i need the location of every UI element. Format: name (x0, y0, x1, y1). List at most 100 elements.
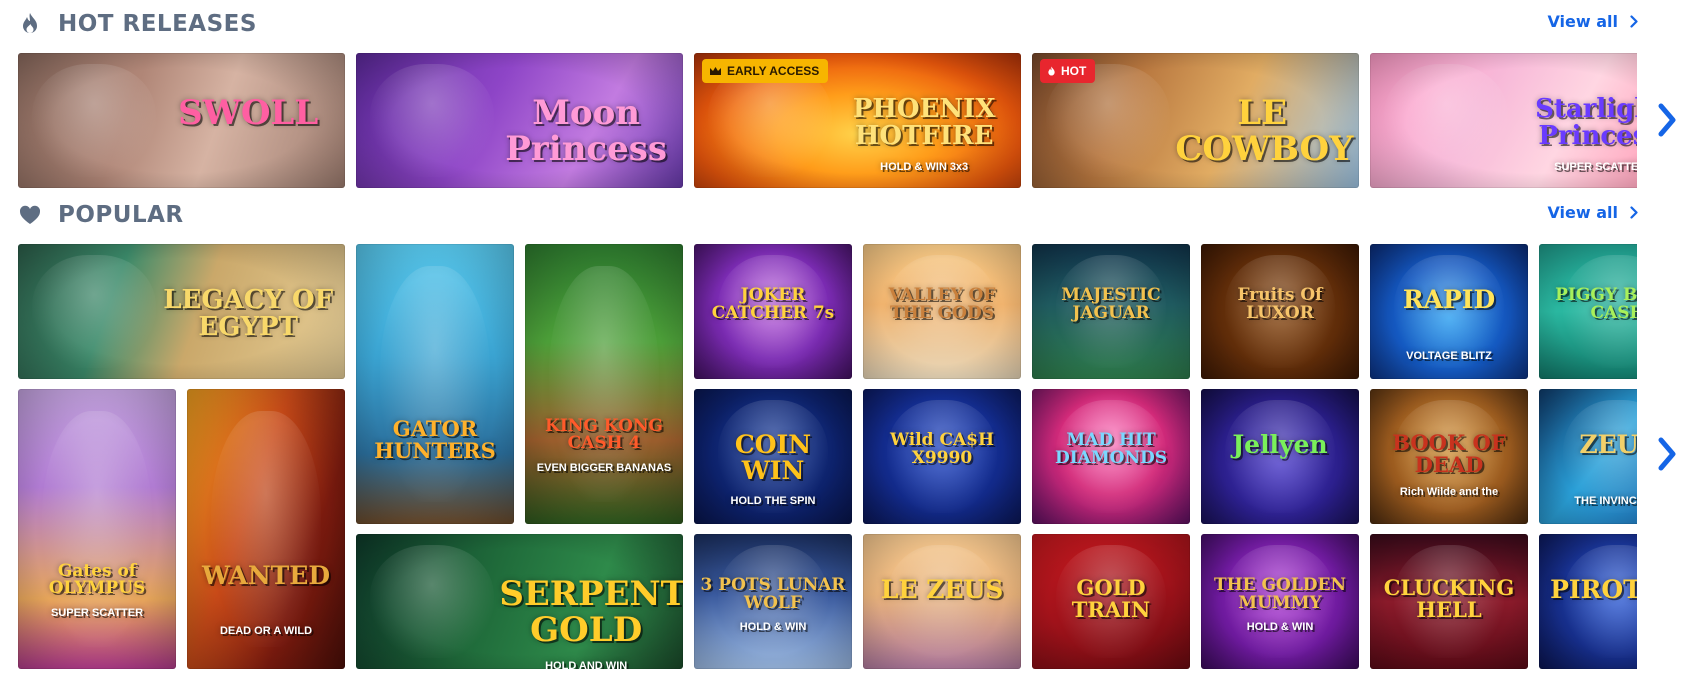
game-art (379, 266, 491, 502)
game-tile-pirots-4[interactable]: PIROTS 4 (1539, 534, 1637, 669)
hot-releases-title: HOT RELEASES (58, 11, 257, 37)
game-tile-zeus[interactable]: ZEUS THE INVINCIBLE (1539, 389, 1637, 524)
game-tile-valley-of-the-gods[interactable]: VALLEY OF THE GODS (863, 244, 1021, 379)
arrow-right-icon (1658, 437, 1676, 471)
tile-vignette (525, 244, 683, 524)
popular-games-grid[interactable]: LEGACY OF EGYPT GATOR HUNTERS KING KONG CA… (18, 244, 1637, 669)
game-title: Fruits Of LUXOR (1237, 285, 1323, 324)
game-tile-wanted[interactable]: WANTED DEAD OR A WILD (187, 389, 345, 669)
game-tile-gator-hunters[interactable]: GATOR HUNTERS (356, 244, 514, 524)
hot-badge: HOT (1040, 59, 1096, 83)
game-title: JOKER CATCHER 7s (711, 285, 835, 324)
game-tile-le-zeus[interactable]: LE ZEUS (863, 534, 1021, 669)
game-title: WANTED (201, 560, 331, 590)
game-title: PIROTS 4 (1550, 575, 1637, 605)
game-title: BOOK OF DEAD (1392, 430, 1506, 478)
game-tile-serpent-gold[interactable]: SERPENT GOLD HOLD AND WIN (356, 534, 683, 669)
game-title: ZEUS (1579, 430, 1637, 460)
game-art (370, 63, 495, 178)
game-tile-gold-train[interactable]: GOLD TRAIN (1032, 534, 1190, 669)
game-tile-wild-ca-h-x9990[interactable]: Wild CA$H X9990 (863, 389, 1021, 524)
hot-view-all-link[interactable]: View all (1547, 12, 1638, 31)
crown-icon (710, 67, 721, 75)
game-tile-coin-win[interactable]: COIN WIN HOLD THE SPIN (694, 389, 852, 524)
game-subtitle: Rich Wilde and the (1399, 485, 1499, 498)
tile-vignette (18, 389, 176, 669)
game-art (1384, 63, 1509, 178)
game-subtitle: HOLD & WIN 3x3 (880, 161, 969, 173)
game-art (210, 411, 322, 647)
game-title: CLUCKING HELL (1383, 575, 1515, 623)
game-title: LE ZEUS (880, 575, 1004, 605)
game-subtitle: EVEN BIGGER BANANAS (536, 461, 672, 474)
game-title: SERPENT GOLD (499, 574, 683, 650)
game-art (370, 544, 495, 659)
game-subtitle: HOLD AND WIN (545, 660, 628, 669)
game-tile-clucking-hell[interactable]: CLUCKING HELL (1370, 534, 1528, 669)
game-subtitle: HOLD & WIN (1246, 621, 1314, 634)
flame-icon (18, 12, 42, 36)
game-tile-mad-hit-diamonds[interactable]: MAD HIT DIAMONDS (1032, 389, 1190, 524)
game-title: LEGACY OF EGYPT (163, 285, 334, 343)
game-subtitle: DEAD OR A WILD (219, 625, 313, 638)
game-title: Jellyen (1232, 430, 1328, 460)
game-tile-the-golden-mummy[interactable]: THE GOLDEN MUMMY HOLD & WIN (1201, 534, 1359, 669)
hot-releases-header: HOT RELEASES View all (18, 6, 1638, 42)
game-title: MAJESTIC JAGUAR (1061, 285, 1161, 324)
game-tile-3-pots-lunar-wolf[interactable]: 3 POTS LUNAR WOLF HOLD & WIN (694, 534, 852, 669)
game-tile-book-of-dead[interactable]: BOOK OF DEAD Rich Wilde and the (1370, 389, 1528, 524)
game-title: PHOENIX HOTFIRE (852, 94, 996, 152)
game-tile-swoll[interactable]: SWOLL (18, 53, 345, 188)
view-all-label: View all (1547, 203, 1618, 222)
game-title: MAD HIT DIAMONDS (1054, 430, 1168, 469)
arrow-right-icon (1658, 103, 1676, 137)
tile-vignette (356, 244, 514, 524)
game-title: Starlight Princess (1535, 94, 1637, 152)
hot-next-arrow[interactable] (1652, 100, 1682, 140)
game-tile-moon-princess[interactable]: Moon Princess (356, 53, 683, 188)
game-tile-starlight-princess[interactable]: Starlight Princess SUPER SCATTER (1370, 53, 1637, 188)
game-tile-fruits-of-luxor[interactable]: Fruits Of LUXOR (1201, 244, 1359, 379)
game-subtitle: HOLD & WIN (739, 621, 807, 634)
game-tile-le-cowboy[interactable]: LE COWBOY HOT (1032, 53, 1359, 188)
game-subtitle: THE INVINCIBLE (1574, 494, 1637, 507)
badge-label: EARLY ACCESS (727, 64, 820, 78)
game-title: Gates of OLYMPUS (48, 560, 146, 599)
game-tile-jellyen[interactable]: Jellyen (1201, 389, 1359, 524)
chevron-right-icon (1630, 15, 1638, 28)
popular-next-arrow[interactable] (1652, 434, 1682, 474)
popular-header: POPULAR View all (18, 197, 1638, 233)
game-tile-joker-catcher-7s[interactable]: JOKER CATCHER 7s (694, 244, 852, 379)
popular-view-all-link[interactable]: View all (1547, 203, 1638, 222)
game-tile-legacy-of-egypt[interactable]: LEGACY OF EGYPT (18, 244, 345, 379)
game-tile-gates-of-olympus[interactable]: Gates of OLYMPUS SUPER SCATTER (18, 389, 176, 669)
game-tile-phoenix-hotfire[interactable]: PHOENIX HOTFIRE HOLD & WIN 3x3 EARLY ACCES… (694, 53, 1021, 188)
game-subtitle: SUPER SCATTER (1554, 161, 1637, 173)
early-access-badge: EARLY ACCESS (702, 59, 829, 83)
game-art (32, 254, 157, 369)
game-title: COIN WIN (734, 430, 812, 486)
game-art (32, 63, 157, 178)
game-tile-king-kong-cash-4[interactable]: KING KONG CASH 4 EVEN BIGGER BANANAS (525, 244, 683, 524)
game-title: GATOR HUNTERS (374, 415, 496, 463)
game-subtitle: SUPER SCATTER (50, 606, 144, 619)
game-title: RAPID (1402, 285, 1496, 315)
hot-releases-carousel[interactable]: SWOLL Moon Princess PHOENIX HOTFIRE HOLD & … (18, 53, 1637, 188)
game-tile-majestic-jaguar[interactable]: MAJESTIC JAGUAR (1032, 244, 1190, 379)
game-title: Wild CA$H X9990 (889, 430, 995, 469)
game-title: SWOLL (178, 93, 319, 134)
popular-title: POPULAR (58, 202, 184, 228)
chevron-right-icon (1630, 206, 1638, 219)
game-tile-rapid[interactable]: RAPID VOLTAGE BLITZ (1370, 244, 1528, 379)
game-tile-piggy-bank-cash[interactable]: PIGGY BANK CASH (1539, 244, 1637, 379)
flame-icon (1048, 66, 1055, 76)
badge-label: HOT (1061, 64, 1087, 78)
view-all-label: View all (1547, 12, 1618, 31)
game-title: PIGGY BANK CASH (1555, 285, 1637, 324)
game-title: GOLD TRAIN (1071, 575, 1151, 623)
game-title: VALLEY OF THE GODS (888, 285, 996, 324)
game-subtitle: VOLTAGE BLITZ (1406, 349, 1492, 362)
game-title: 3 POTS LUNAR WOLF (700, 575, 846, 614)
game-title: THE GOLDEN MUMMY (1213, 575, 1347, 614)
heart-icon (18, 203, 42, 227)
